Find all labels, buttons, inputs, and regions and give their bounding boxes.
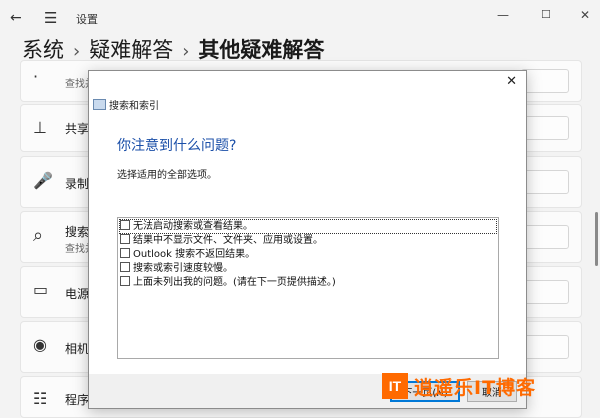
- option-problem-not-listed[interactable]: 上面未列出我的问题。(请在下一页提供描述。): [120, 276, 336, 289]
- page-title: 其他疑难解答: [198, 38, 325, 62]
- checkbox[interactable]: [120, 248, 130, 258]
- option-label: 无法启动搜索或查看结果。: [133, 221, 253, 232]
- breadcrumb-separator-icon: ›: [73, 41, 81, 62]
- breadcrumb-separator-icon: ›: [182, 41, 190, 62]
- option-outlook-no-results[interactable]: Outlook 搜索不返回结果。: [120, 248, 255, 261]
- checkbox[interactable]: [120, 220, 130, 230]
- option-files-not-shown[interactable]: 结果中不显示文件、文件夹、应用或设置。: [120, 234, 323, 247]
- settings-titlebar: ← ☰ 设置 — ☐ ✕: [0, 0, 600, 36]
- checkbox[interactable]: [120, 262, 130, 272]
- program-list-icon: ☷: [33, 389, 48, 408]
- breadcrumb-troubleshoot[interactable]: 疑难解答: [89, 38, 173, 62]
- run-button[interactable]: [521, 335, 569, 359]
- window-close-icon[interactable]: ✕: [580, 8, 590, 22]
- run-button[interactable]: [521, 280, 569, 304]
- card-label: 搜索: [65, 225, 90, 239]
- run-button[interactable]: [521, 170, 569, 194]
- problem-options-list: 无法启动搜索或查看结果。 结果中不显示文件、文件夹、应用或设置。 Outlook…: [117, 217, 499, 359]
- run-button[interactable]: [521, 69, 569, 93]
- option-label: 结果中不显示文件、文件夹、应用或设置。: [133, 235, 323, 246]
- option-label: 上面未列出我的问题。(请在下一页提供描述。): [133, 277, 336, 288]
- run-button[interactable]: [521, 116, 569, 140]
- run-button[interactable]: [521, 225, 569, 249]
- troubleshooter-icon: ·: [33, 67, 39, 86]
- hamburger-menu-icon[interactable]: ☰: [44, 9, 57, 27]
- checkbox[interactable]: [120, 234, 130, 244]
- card-label: 共享: [65, 122, 90, 136]
- option-label: Outlook 搜索不返回结果。: [133, 249, 256, 260]
- share-folder-icon: ⊥: [33, 118, 47, 137]
- battery-icon: ▭: [33, 280, 49, 299]
- minimize-icon[interactable]: —: [497, 8, 509, 22]
- watermark-logo-icon: IT: [382, 373, 408, 399]
- card-label: 相机: [65, 342, 90, 356]
- dialog-app-title: 搜索和索引: [109, 101, 159, 112]
- search-icon: ⌕: [33, 225, 44, 246]
- dialog-close-icon[interactable]: ✕: [506, 74, 517, 89]
- microphone-icon: 🎤: [33, 171, 53, 190]
- watermark-text: 逍遥乐IT博客: [414, 377, 537, 399]
- back-arrow-icon[interactable]: ←: [10, 10, 22, 26]
- maximize-icon[interactable]: ☐: [541, 8, 551, 21]
- card-label: 程序: [65, 393, 90, 407]
- breadcrumb-system[interactable]: 系统: [22, 38, 64, 62]
- card-label: 电源: [65, 287, 90, 301]
- camera-icon: ◉: [33, 335, 47, 354]
- option-search-slow[interactable]: 搜索或索引速度较慢。: [120, 262, 233, 275]
- card-label: 录制: [65, 177, 90, 191]
- option-cannot-start-search[interactable]: 无法启动搜索或查看结果。: [119, 219, 497, 234]
- window-title: 设置: [76, 13, 98, 26]
- search-indexing-dialog: ✕ 搜索和索引 你注意到什么问题? 选择适用的全部选项。 无法启动搜索或查看结果…: [88, 70, 527, 409]
- dialog-heading: 你注意到什么问题?: [117, 138, 237, 154]
- dialog-instruction: 选择适用的全部选项。: [117, 170, 217, 181]
- option-label: 搜索或索引速度较慢。: [133, 263, 233, 274]
- troubleshooter-app-icon: [93, 99, 106, 110]
- checkbox[interactable]: [120, 276, 130, 286]
- scrollbar-thumb[interactable]: [595, 212, 598, 266]
